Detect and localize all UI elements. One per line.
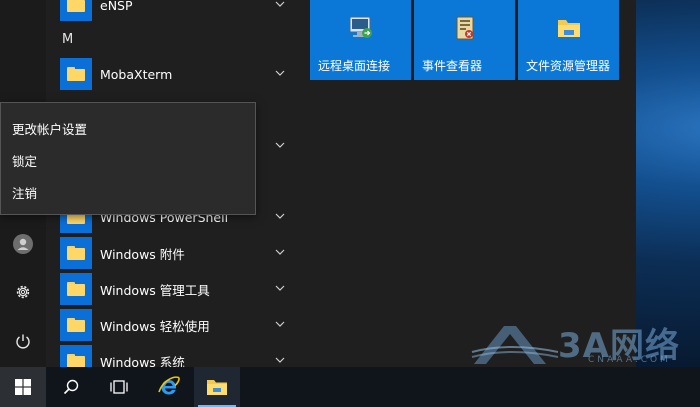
app-tile — [60, 345, 92, 367]
tile-label: 远程桌面连接 — [318, 59, 391, 73]
folder-icon — [67, 246, 85, 260]
remote-desktop-icon — [349, 16, 372, 38]
chevron-down-icon[interactable] — [274, 246, 286, 258]
watermark-sub: CNAAA.COM — [588, 355, 671, 365]
user-avatar-icon — [13, 234, 33, 254]
menu-item-sign-out[interactable]: 注销 — [1, 176, 255, 208]
menu-item-change-account-settings[interactable]: 更改帐户设置 — [1, 112, 255, 144]
tile-event-viewer[interactable]: 事件查看器 — [414, 0, 515, 80]
app-tile — [60, 237, 92, 269]
folder-icon — [67, 318, 85, 332]
power-button[interactable] — [0, 318, 46, 364]
chevron-down-icon[interactable] — [274, 139, 286, 151]
file-explorer-icon — [558, 20, 580, 37]
tile-label: 事件查看器 — [422, 59, 483, 73]
app-list-item-windows-accessories[interactable]: Windows 附件 — [60, 236, 300, 270]
folder-icon — [67, 67, 85, 81]
user-account-button[interactable] — [0, 221, 46, 267]
chevron-down-icon[interactable] — [274, 318, 286, 330]
start-icon — [15, 379, 31, 395]
folder-icon — [67, 0, 85, 12]
app-tile — [60, 0, 92, 21]
internet-explorer-button[interactable] — [146, 367, 192, 407]
app-tile — [60, 58, 92, 90]
app-tile — [60, 273, 92, 305]
gear-icon — [16, 285, 30, 299]
taskbar — [0, 367, 700, 407]
search-icon — [63, 379, 79, 395]
chevron-down-icon[interactable] — [274, 0, 286, 10]
app-name: Windows 附件 — [100, 246, 185, 262]
start-menu: eNSP M MobaXterm Windows PowerShell Wind… — [0, 0, 636, 367]
user-account-menu: 更改帐户设置 锁定 注销 — [0, 102, 256, 215]
folder-icon — [67, 282, 85, 296]
start-button[interactable] — [0, 367, 46, 407]
event-viewer-icon — [456, 16, 474, 40]
chevron-down-icon[interactable] — [274, 210, 286, 222]
chevron-down-icon[interactable] — [274, 354, 286, 366]
internet-explorer-icon — [158, 376, 180, 395]
app-name: eNSP — [100, 0, 133, 13]
app-name: Windows 系统 — [100, 354, 185, 368]
app-list-item-ensp[interactable]: eNSP — [60, 0, 300, 22]
tile-label: 文件资源管理器 — [526, 59, 611, 73]
settings-button[interactable] — [0, 269, 46, 315]
power-icon — [16, 334, 30, 349]
app-tile — [60, 309, 92, 341]
search-button[interactable] — [48, 367, 94, 407]
app-list-item-windows-system[interactable]: Windows 系统 — [60, 344, 300, 367]
app-list-item-mobaxterm[interactable]: MobaXterm — [60, 57, 300, 91]
task-view-button[interactable] — [96, 367, 142, 407]
section-header-m[interactable]: M — [62, 32, 73, 47]
tile-file-explorer[interactable]: 文件资源管理器 — [518, 0, 619, 80]
watermark-logo-icon — [471, 326, 559, 364]
app-name: Windows 轻松使用 — [100, 318, 210, 334]
folder-icon — [67, 354, 85, 367]
chevron-down-icon[interactable] — [274, 67, 286, 79]
app-name: MobaXterm — [100, 66, 173, 82]
app-list-item-windows-ease-of-access[interactable]: Windows 轻松使用 — [60, 308, 300, 342]
task-view-icon — [110, 380, 128, 394]
tile-remote-desktop[interactable]: 远程桌面连接 — [310, 0, 411, 80]
app-list-item-windows-admin-tools[interactable]: Windows 管理工具 — [60, 272, 300, 306]
file-explorer-taskbar-button[interactable] — [194, 367, 240, 407]
chevron-down-icon[interactable] — [274, 282, 286, 294]
file-explorer-icon — [207, 380, 227, 395]
app-name: Windows 管理工具 — [100, 282, 210, 298]
menu-item-lock[interactable]: 锁定 — [1, 144, 255, 176]
watermark: 3A网络 CNAAA.COM — [470, 318, 700, 368]
